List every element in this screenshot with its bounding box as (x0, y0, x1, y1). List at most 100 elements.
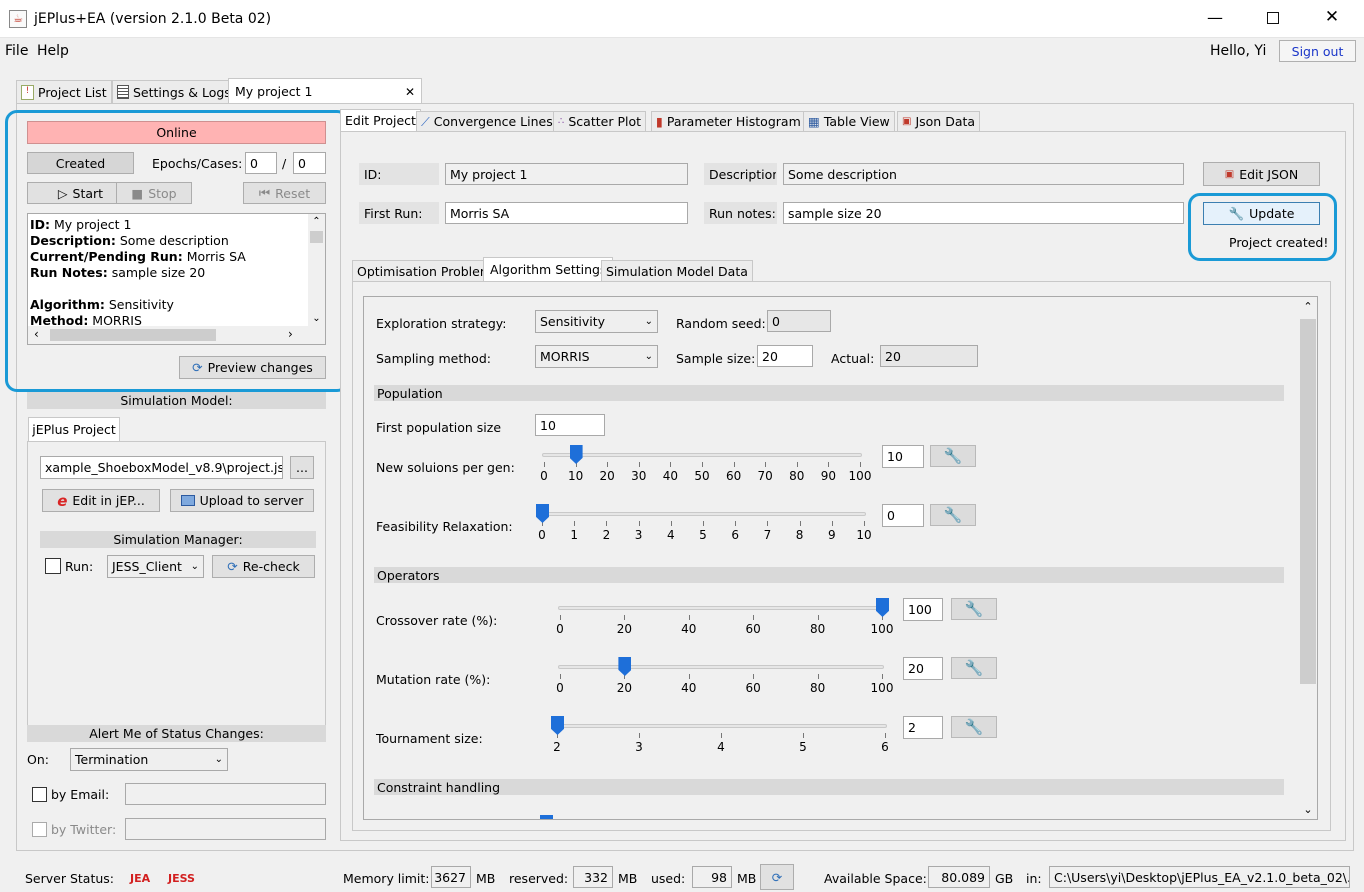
exploration-strategy-label: Exploration strategy: (376, 316, 507, 331)
tournament-slider[interactable]: 2 3 4 5 6 (551, 716, 889, 763)
new-solutions-field[interactable]: 10 (882, 445, 924, 468)
crossover-slider-tick-label: 40 (681, 622, 697, 636)
chevron-down-icon: ⌄ (190, 561, 199, 572)
run-checkbox[interactable] (45, 558, 61, 574)
tournament-slider-thumb[interactable] (551, 716, 564, 735)
sampling-method-select[interactable]: MORRIS ⌄ (535, 345, 658, 368)
reserved-field: 332 (573, 866, 613, 888)
minimize-icon[interactable]: — (1200, 8, 1230, 30)
tab-edit-project[interactable]: Edit Project (340, 109, 421, 131)
tournament-wrench-button[interactable]: 🔧 (951, 716, 997, 738)
upload-to-server-button[interactable]: Upload to server (170, 489, 314, 512)
edit-in-jep-button[interactable]: e Edit in jEP... (42, 489, 160, 512)
feasibility-slider-tick (799, 521, 801, 526)
feasibility-wrench-button[interactable]: 🔧 (930, 504, 976, 526)
sample-size-field[interactable]: 20 (757, 345, 813, 367)
tab-simulation-model-data[interactable]: Simulation Model Data (601, 260, 753, 281)
tab-parameter-histogram[interactable]: ▮ Parameter Histogram (651, 111, 806, 131)
mutation-label: Mutation rate (%): (376, 672, 491, 687)
mutation-slider-tick (817, 674, 819, 679)
wrench-icon: 🔧 (943, 506, 963, 524)
feasibility-slider[interactable]: 0 1 2 3 4 5 6 7 8 9 10 (536, 504, 872, 551)
new-solutions-wrench-button[interactable]: 🔧 (930, 445, 976, 467)
id-label: ID: (359, 163, 439, 185)
new-solutions-slider-tick-label: 100 (848, 469, 872, 483)
new-solutions-slider-tick-label: 60 (725, 469, 742, 483)
crossover-slider-thumb[interactable] (876, 598, 889, 617)
window-title: jEPlus+EA (version 2.1.0 Beta 02) (34, 11, 272, 27)
tournament-label: Tournament size: (376, 731, 483, 746)
mutation-slider[interactable]: 0 20 40 60 80 100 (556, 657, 893, 704)
json-file-icon: ▣ (902, 116, 912, 127)
mutation-wrench-button[interactable]: 🔧 (951, 657, 997, 679)
tab-json-data[interactable]: ▣ Json Data (897, 111, 981, 131)
first-run-field[interactable]: Morris SA (445, 202, 688, 224)
project-path-field[interactable]: xample_ShoeboxModel_v8.9\project.json (40, 456, 283, 479)
mutation-slider-thumb[interactable] (618, 657, 632, 676)
in-label: in: (1026, 871, 1042, 886)
menu-file[interactable]: File (5, 43, 28, 59)
id-field[interactable]: My project 1 (445, 163, 688, 185)
population-section-header: Population (374, 385, 1284, 401)
exploration-strategy-select[interactable]: Sensitivity ⌄ (535, 310, 658, 333)
chevron-down-icon: ⌄ (644, 316, 653, 327)
maximize-icon[interactable] (1262, 9, 1284, 29)
new-solutions-slider-tick (544, 462, 545, 467)
run-client-select[interactable]: JESS_Client ⌄ (107, 555, 204, 578)
available-space-field: 80.089 (928, 866, 990, 888)
crossover-wrench-button[interactable]: 🔧 (951, 598, 997, 620)
used-field: 98 (692, 866, 732, 888)
refresh-memory-button[interactable]: ⟳ (760, 864, 794, 890)
random-seed-field[interactable]: 0 (767, 310, 831, 332)
browse-button[interactable]: ... (290, 456, 314, 479)
used-unit: MB (737, 871, 757, 886)
scatter-icon: ∴ (558, 116, 565, 127)
tournament-field[interactable]: 2 (903, 716, 943, 739)
tab-scatter-plot[interactable]: ∴ Scatter Plot (553, 111, 647, 131)
twitter-field[interactable] (125, 818, 326, 840)
close-icon[interactable]: ✕ (1320, 7, 1344, 31)
tab-convergence-lines[interactable]: ⟋ Convergence Lines (416, 111, 558, 131)
close-tab-icon[interactable]: ✕ (405, 85, 415, 99)
reserved-unit: MB (618, 871, 638, 886)
tab-algorithm-settings[interactable]: Algorithm Settings (483, 257, 614, 281)
alert-on-select[interactable]: Termination ⌄ (70, 748, 228, 771)
constraint-slider-thumb[interactable] (540, 815, 553, 819)
tab-table-view[interactable]: ▦ Table View (803, 111, 895, 131)
new-solutions-slider-tick (765, 462, 767, 467)
wrench-icon: 🔧 (964, 659, 984, 677)
email-field[interactable] (125, 783, 326, 805)
description-field[interactable]: Some description (783, 163, 1184, 185)
email-checkbox[interactable] (32, 787, 47, 802)
jeplus-project-tab[interactable]: jEPlus Project (28, 417, 120, 441)
feasibility-slider-tick-label: 1 (570, 528, 578, 542)
mutation-slider-tick-label: 0 (556, 681, 564, 695)
menu-help[interactable]: Help (37, 43, 69, 59)
algorithm-vertical-scrollbar[interactable]: ⌃ ⌄ (1298, 297, 1317, 819)
edit-json-button[interactable]: ▣ Edit JSON (1203, 162, 1320, 186)
crossover-field[interactable]: 100 (903, 598, 943, 621)
feasibility-slider-tick-label: 7 (763, 528, 772, 542)
tab-optimisation-problem[interactable]: Optimisation Problem (352, 260, 497, 281)
refresh-icon: ⟳ (227, 559, 238, 574)
new-solutions-slider-tick (733, 462, 735, 467)
twitter-checkbox[interactable] (32, 822, 47, 837)
new-solutions-slider[interactable]: 0 10 20 30 40 50 60 70 80 90 100 (540, 445, 871, 492)
recheck-button[interactable]: ⟳ Re-check (212, 555, 315, 578)
crossover-slider-tick-label: 100 (870, 622, 894, 636)
sign-out-button[interactable]: Sign out (1279, 40, 1356, 62)
tab-settings-logs[interactable]: Settings & Logs (112, 80, 236, 103)
new-solutions-slider-thumb[interactable] (569, 445, 583, 464)
tab-project-list[interactable]: ! Project List (16, 80, 112, 103)
feasibility-slider-tick-label: 5 (699, 528, 707, 542)
mutation-field[interactable]: 20 (903, 657, 943, 680)
feasibility-field[interactable]: 0 (882, 504, 924, 527)
tab-my-project[interactable]: My project 1 ✕ (228, 78, 422, 104)
description-label: Description: (704, 163, 777, 185)
crossover-slider[interactable]: 0 20 40 60 80 100 (556, 598, 893, 645)
first-population-field[interactable]: 10 (535, 414, 605, 436)
new-solutions-slider-tick (638, 462, 640, 467)
feasibility-slider-thumb[interactable] (536, 504, 549, 523)
run-notes-field[interactable]: sample size 20 (783, 202, 1184, 224)
new-solutions-slider-tick-label: 20 (599, 469, 615, 483)
